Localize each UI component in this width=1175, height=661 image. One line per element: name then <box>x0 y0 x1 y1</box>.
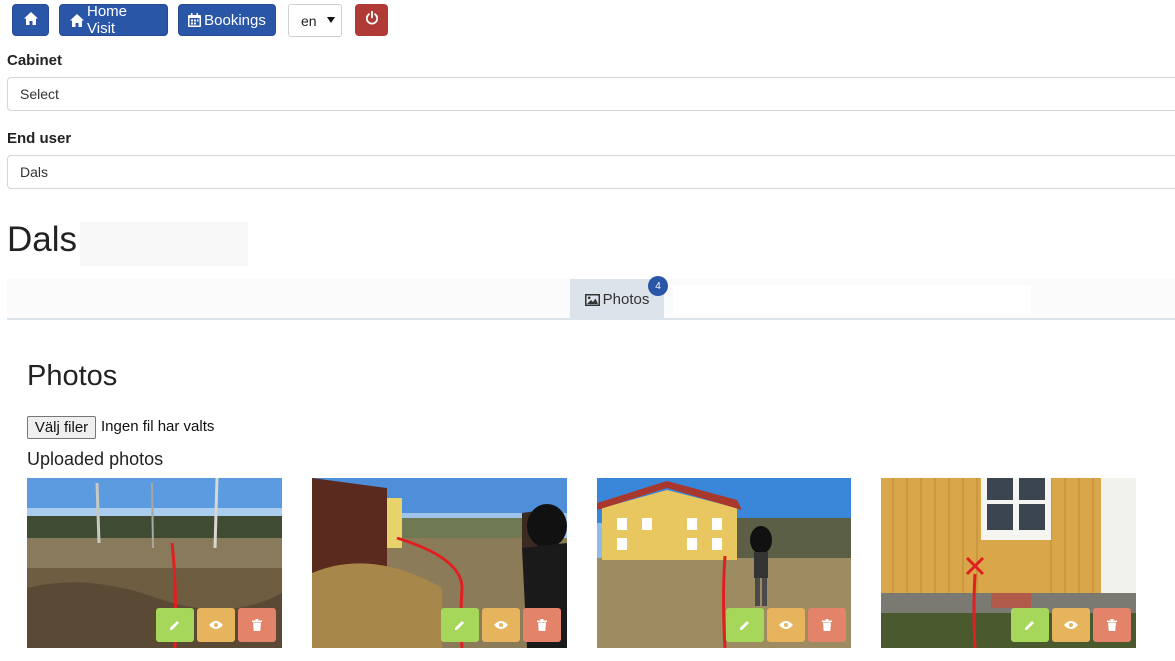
view-photo-button[interactable] <box>1052 608 1090 642</box>
end-user-label: End user <box>7 130 72 147</box>
uploaded-photo-3[interactable] <box>597 478 852 648</box>
cabinet-label: Cabinet <box>7 52 63 69</box>
edit-photo-button[interactable] <box>726 608 764 642</box>
uploaded-photos-title: Uploaded photos <box>27 449 164 469</box>
trash-icon <box>822 619 832 631</box>
delete-photo-button[interactable] <box>523 608 561 642</box>
home-button[interactable] <box>12 4 49 36</box>
edit-photo-button[interactable] <box>1011 608 1049 642</box>
page-title: Dals <box>7 220 78 259</box>
eye-icon <box>1064 621 1078 629</box>
pencil-icon <box>455 621 464 630</box>
edit-photo-button[interactable] <box>156 608 194 642</box>
bookings-button[interactable]: Bookings <box>178 4 276 36</box>
pencil-icon <box>1025 621 1034 630</box>
home-icon <box>23 11 38 29</box>
view-photo-button[interactable] <box>197 608 235 642</box>
trash-icon <box>1107 619 1117 631</box>
choose-files-button[interactable]: Välj filer <box>27 416 96 439</box>
view-photo-button[interactable] <box>767 608 805 642</box>
tab-bar: Photos <box>7 279 1175 320</box>
language-value: en <box>301 12 317 29</box>
view-photo-button[interactable] <box>482 608 520 642</box>
home-icon <box>70 13 84 27</box>
delete-photo-button[interactable] <box>1093 608 1131 642</box>
cabinet-select[interactable]: Select <box>7 77 1175 111</box>
delete-photo-button[interactable] <box>238 608 276 642</box>
language-select[interactable]: en <box>288 4 342 37</box>
trash-icon <box>252 619 262 631</box>
eye-icon <box>779 621 793 629</box>
tab-blank-area <box>673 285 1031 315</box>
chevron-down-icon <box>327 17 335 23</box>
uploaded-photo-2[interactable] <box>312 478 567 648</box>
uploaded-photo-4[interactable] <box>881 478 1136 648</box>
pencil-icon <box>740 621 749 630</box>
image-icon <box>584 293 600 306</box>
blurred-area <box>80 222 248 266</box>
cabinet-value: Select <box>20 86 59 102</box>
end-user-value: Dals <box>20 164 49 180</box>
home-visit-label: Home Visit <box>87 3 128 37</box>
edit-photo-button[interactable] <box>441 608 479 642</box>
calendar-icon <box>188 13 202 27</box>
pencil-icon <box>170 621 179 630</box>
tab-photos-label: Photos <box>602 291 650 308</box>
uploaded-photo-1[interactable] <box>27 478 282 648</box>
file-status-text: Ingen fil har valts <box>101 418 215 435</box>
photos-section-title: Photos <box>27 360 118 392</box>
photos-count-badge: 4 <box>648 276 668 296</box>
eye-icon <box>209 621 223 629</box>
bookings-label: Bookings <box>204 11 266 29</box>
trash-icon <box>537 619 547 631</box>
eye-icon <box>494 621 508 629</box>
delete-photo-button[interactable] <box>808 608 846 642</box>
logout-button[interactable] <box>355 4 388 36</box>
power-icon <box>365 10 379 30</box>
home-visit-button[interactable]: Home Visit <box>59 3 168 37</box>
end-user-select[interactable]: Dals <box>7 155 1175 189</box>
